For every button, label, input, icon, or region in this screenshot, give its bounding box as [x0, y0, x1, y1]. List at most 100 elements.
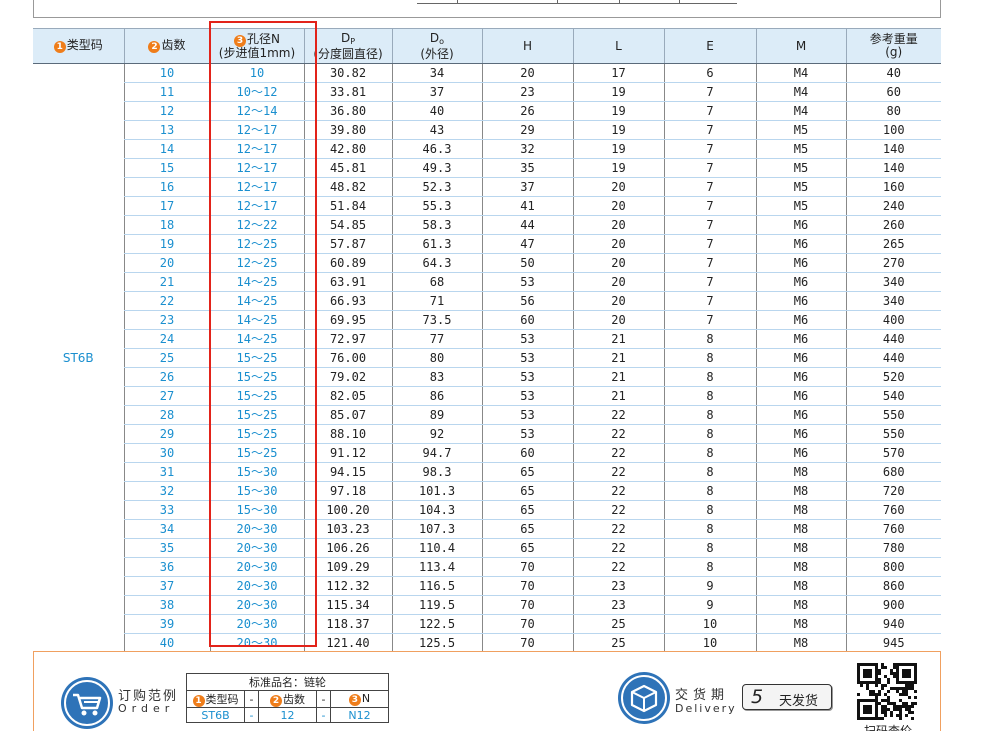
delivery-subtitle: Delivery: [675, 702, 737, 715]
do-cell: 98.3: [391, 462, 482, 482]
dp-cell: 121.40: [303, 633, 392, 653]
dp-cell: 91.12: [303, 443, 392, 463]
l-cell: 25: [572, 614, 664, 634]
dp-cell: 79.02: [303, 367, 392, 387]
table-row: 12 12～14 36.80 40 26 19 7 M4 80: [33, 101, 941, 121]
l-cell: 22: [572, 443, 664, 463]
e-cell: 7: [663, 234, 756, 254]
l-cell: 20: [572, 272, 664, 292]
do-cell: 107.3: [391, 519, 482, 539]
badge-1: 1: [53, 41, 66, 53]
bore-cell: 20～30: [209, 519, 304, 539]
dp-cell: 100.20: [303, 500, 392, 520]
delivery-days-badge: 5 天发货: [742, 684, 832, 710]
table-row: 22 14～25 66.93 71 56 20 7 M6 340: [33, 291, 941, 311]
e-cell: 7: [663, 215, 756, 235]
m-cell: M5: [755, 139, 846, 159]
dp-cell: 115.34: [303, 595, 392, 615]
ex-dash: -: [316, 690, 331, 708]
m-cell: M4: [755, 101, 846, 121]
header-type: 1 类型码: [33, 28, 124, 64]
bore-cell: 10～12: [209, 82, 304, 102]
teeth-cell: 30: [123, 443, 210, 463]
l-cell: 23: [572, 576, 664, 596]
h-cell: 53: [481, 386, 573, 406]
m-cell: M8: [755, 538, 846, 558]
h-cell: 26: [481, 101, 573, 121]
ex-col-bore: 3N: [330, 690, 389, 708]
do-cell: 86: [391, 386, 482, 406]
h-cell: 53: [481, 329, 573, 349]
bore-cell: 20～30: [209, 614, 304, 634]
l-cell: 22: [572, 519, 664, 539]
table-row: 32 15～30 97.18 101.3 65 22 8 M8 720: [33, 481, 941, 501]
h-cell: 65: [481, 519, 573, 539]
ex-badge-2: 2: [270, 695, 282, 707]
l-cell: 20: [572, 177, 664, 197]
do-cell: 73.5: [391, 310, 482, 330]
do-cell: 55.3: [391, 196, 482, 216]
table-row: 36 20～30 109.29 113.4 70 22 8 M8 800: [33, 557, 941, 577]
table-row: 21 14～25 63.91 68 53 20 7 M6 340: [33, 272, 941, 292]
dp-cell: 45.81: [303, 158, 392, 178]
h-cell: 70: [481, 633, 573, 653]
weight-cell: 550: [845, 424, 941, 444]
dp-cell: 76.00: [303, 348, 392, 368]
table-row: 14 12～17 42.80 46.3 32 19 7 M5 140: [33, 139, 941, 159]
qr-code-icon[interactable]: [856, 662, 918, 720]
do-cell: 110.4: [391, 538, 482, 558]
do-cell: 37: [391, 82, 482, 102]
e-cell: 8: [663, 367, 756, 387]
e-cell: 7: [663, 291, 756, 311]
ex-dash: -: [316, 707, 331, 723]
l-cell: 21: [572, 329, 664, 349]
bore-cell: 12～17: [209, 177, 304, 197]
e-cell: 7: [663, 101, 756, 121]
bore-cell: 12～17: [209, 158, 304, 178]
do-cell: 80: [391, 348, 482, 368]
teeth-cell: 35: [123, 538, 210, 558]
dp-cell: 94.15: [303, 462, 392, 482]
h-cell: 20: [481, 63, 573, 83]
h-cell: 50: [481, 253, 573, 273]
dp-cell: 97.18: [303, 481, 392, 501]
table-row: 34 20～30 103.23 107.3 65 22 8 M8 760: [33, 519, 941, 539]
teeth-cell: 15: [123, 158, 210, 178]
h-cell: 70: [481, 557, 573, 577]
e-cell: 8: [663, 386, 756, 406]
delivery-title: 交货期: [675, 688, 730, 703]
do-cell: 101.3: [391, 481, 482, 501]
do-cell: 58.3: [391, 215, 482, 235]
teeth-cell: 26: [123, 367, 210, 387]
m-cell: M6: [755, 443, 846, 463]
teeth-cell: 28: [123, 405, 210, 425]
e-cell: 7: [663, 177, 756, 197]
m-cell: M4: [755, 82, 846, 102]
weight-cell: 550: [845, 405, 941, 425]
teeth-cell: 13: [123, 120, 210, 140]
h-cell: 53: [481, 272, 573, 292]
m-cell: M6: [755, 329, 846, 349]
dp-cell: 66.93: [303, 291, 392, 311]
table-row: 13 12～17 39.80 43 29 19 7 M5 100: [33, 120, 941, 140]
m-cell: M8: [755, 519, 846, 539]
bore-cell: 15～25: [209, 367, 304, 387]
teeth-cell: 37: [123, 576, 210, 596]
weight-cell: 940: [845, 614, 941, 634]
ex-val-bore: N12: [330, 707, 389, 723]
l-cell: 20: [572, 234, 664, 254]
weight-cell: 520: [845, 367, 941, 387]
dp-cell: 30.82: [303, 63, 392, 83]
e-cell: 8: [663, 481, 756, 501]
do-cell: 34: [391, 63, 482, 83]
l-cell: 20: [572, 215, 664, 235]
h-cell: 37: [481, 177, 573, 197]
do-cell: 43: [391, 120, 482, 140]
table-row: 30 15～25 91.12 94.7 60 22 8 M6 570: [33, 443, 941, 463]
table-row: ST6B 10 10 30.82 34 20 17 6 M4 40: [33, 63, 941, 653]
l-cell: 22: [572, 500, 664, 520]
h-cell: 60: [481, 310, 573, 330]
e-cell: 7: [663, 82, 756, 102]
weight-cell: 540: [845, 386, 941, 406]
table-row: 19 12～25 57.87 61.3 47 20 7 M6 265: [33, 234, 941, 254]
